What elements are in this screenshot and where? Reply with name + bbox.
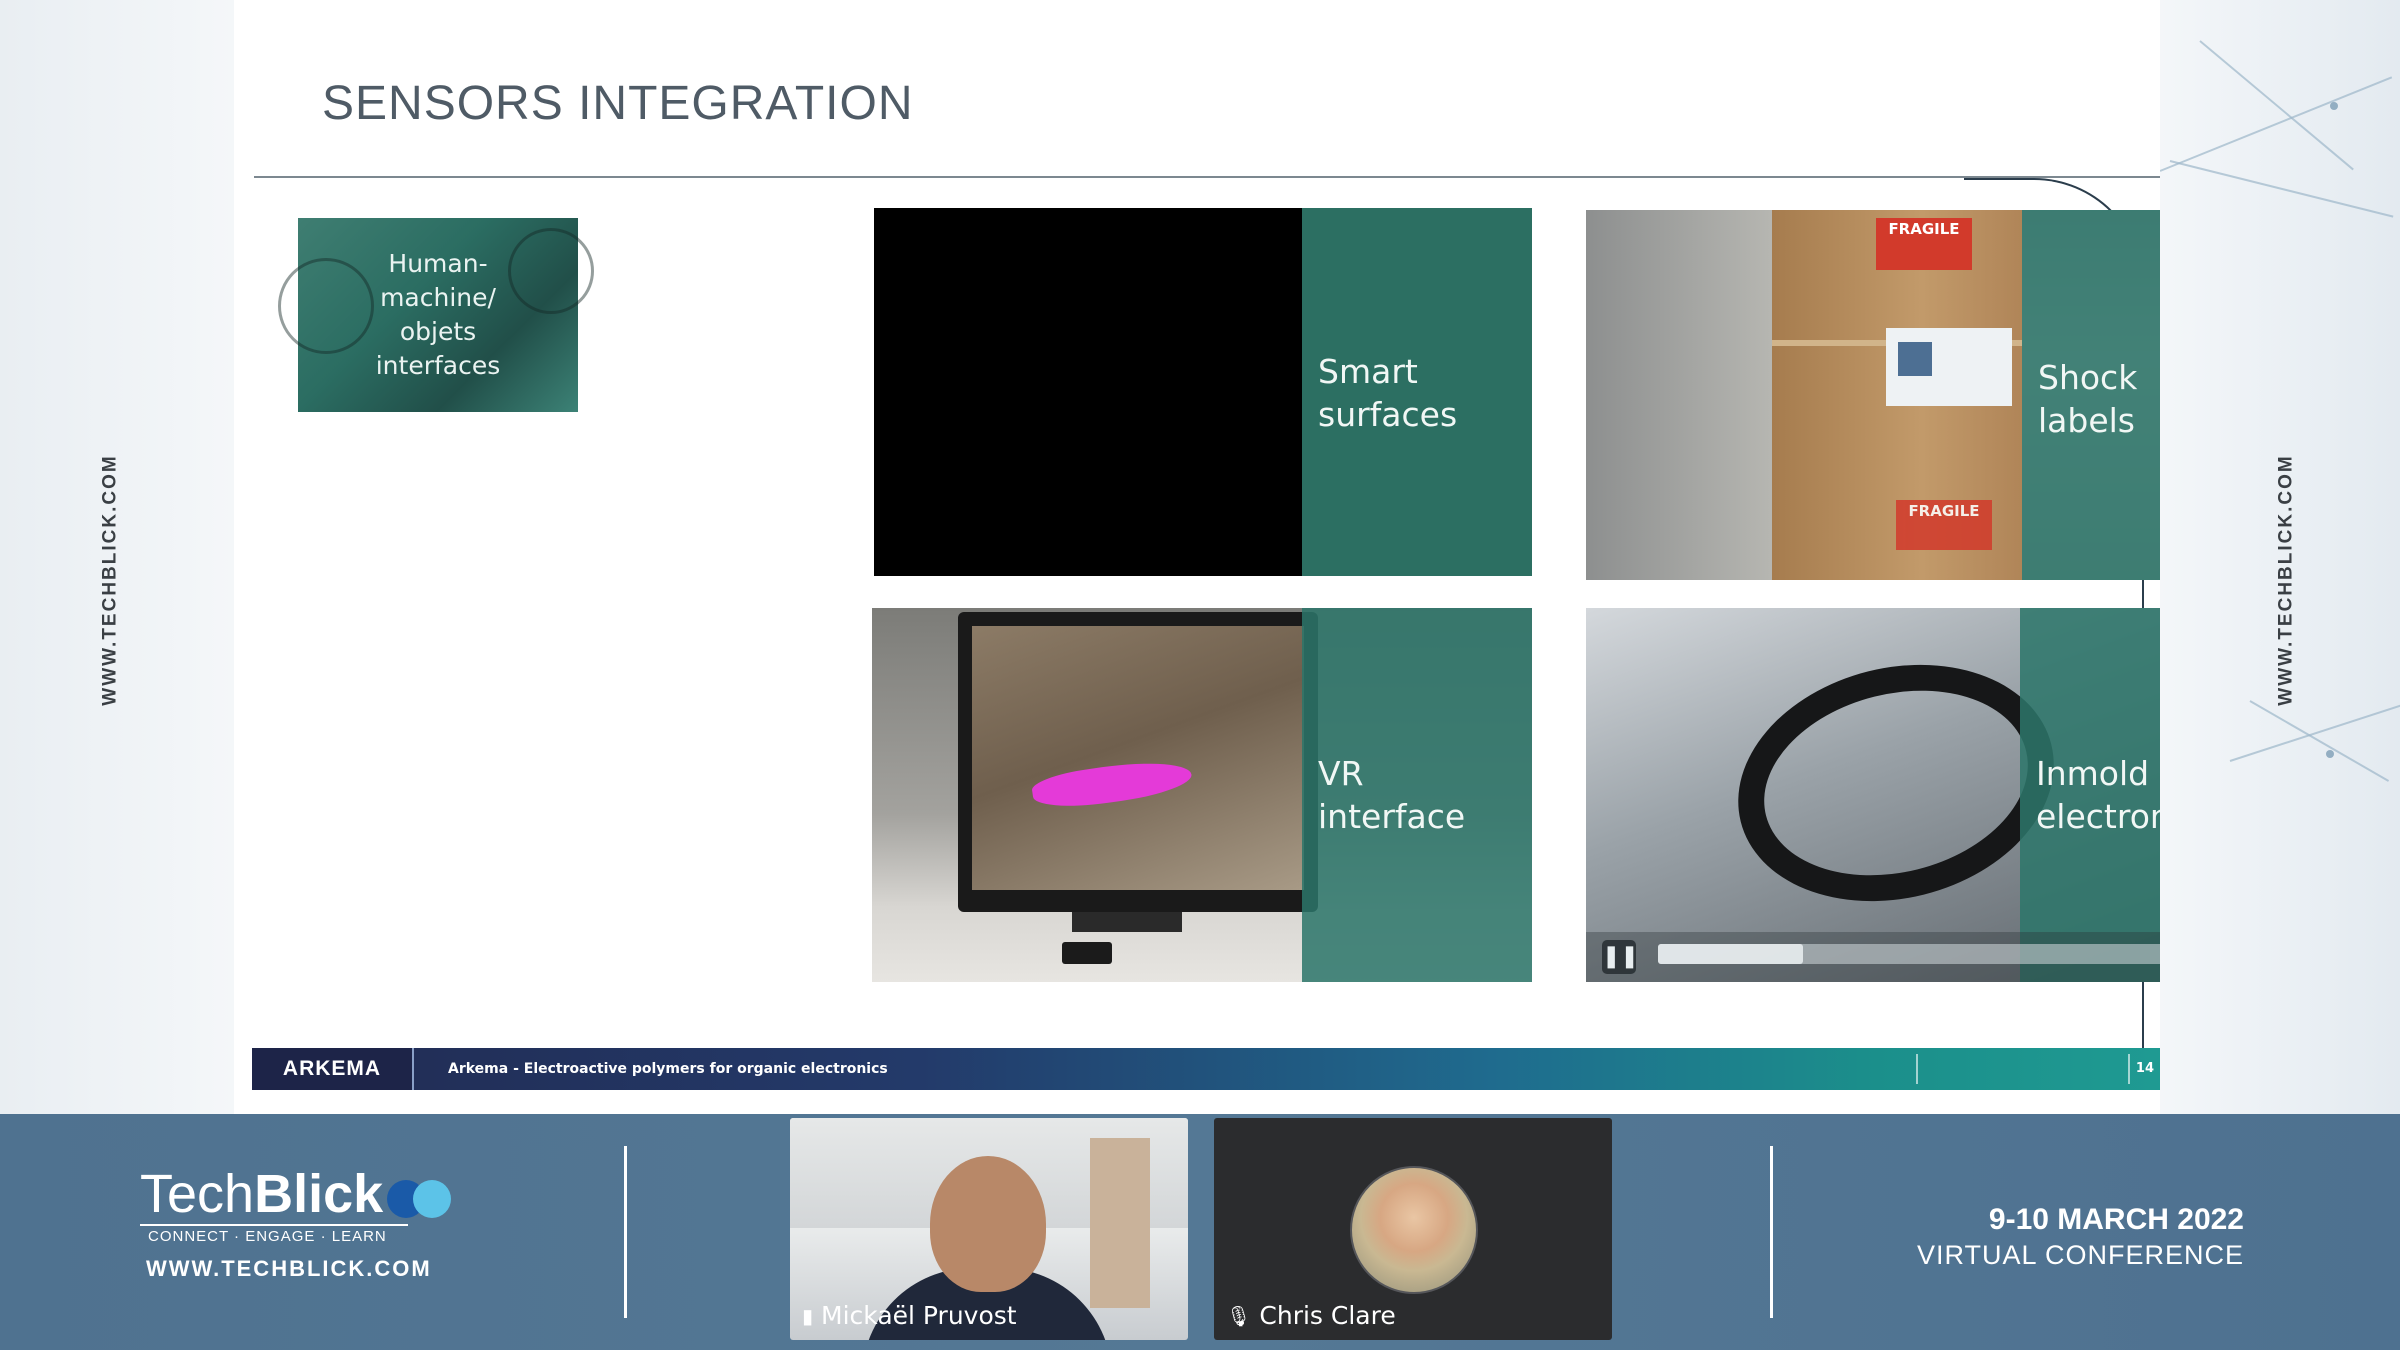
fragile-stamp: FRAGILE: [1876, 218, 1972, 270]
bar-divider: [1770, 1146, 1773, 1318]
network-node: [2330, 102, 2338, 110]
event-date: 9-10 MARCH 2022: [1988, 1203, 2244, 1236]
wall: [1586, 210, 1776, 580]
tile-label: Inmold electronics: [2036, 754, 2160, 836]
video-progress-fill: [1658, 944, 1804, 964]
footer-divider: [2128, 1054, 2130, 1084]
tile-shock-labels[interactable]: FRAGILE FRAGILE Shock labels: [1586, 210, 2160, 580]
tile-smart-surfaces[interactable]: Smart surfaces: [874, 208, 1532, 576]
participant-video-mickael[interactable]: ▮ Mickaël Pruvost: [790, 1118, 1188, 1340]
event-type: VIRTUAL CONFERENCE: [1916, 1240, 2244, 1270]
title-divider: [254, 176, 2160, 178]
mic-muted-icon: 🎙: [1226, 1303, 1252, 1328]
slide-title: SENSORS INTEGRATION: [322, 77, 914, 130]
network-node: [2326, 750, 2334, 758]
footer-divider: [1916, 1054, 1918, 1084]
monitor-screen: [972, 626, 1304, 890]
footer-text: Arkema - Electroactive polymers for orga…: [448, 1061, 888, 1077]
participant-name: Chris Clare: [1259, 1301, 1396, 1330]
tile-label: Smart surfaces: [1318, 352, 1458, 434]
room-shelf: [1090, 1138, 1150, 1308]
side-url-left: WWW.TECHBLICK.COM: [100, 454, 121, 706]
bar-divider: [624, 1146, 627, 1318]
device-box: [1062, 942, 1112, 964]
event-info: 9-10 MARCH 2022 VIRTUAL CONFERENCE: [1917, 1202, 2244, 1272]
video-progress-bar[interactable]: [1658, 944, 2160, 964]
page-number: 14: [2135, 1061, 2154, 1076]
brand-prefix: Tech: [140, 1164, 255, 1224]
monitor-stand: [1072, 912, 1182, 932]
pause-icon: ❚❚: [1602, 944, 1639, 969]
tile-vr-interface[interactable]: VR interface: [872, 608, 1532, 982]
conference-bar: TechBlick CONNECT · ENGAGE · LEARN WWW.T…: [0, 1114, 2400, 1350]
participant-avatar: [1350, 1166, 1478, 1294]
arkema-logo: ARKEMA: [252, 1048, 414, 1090]
slide: SENSORS INTEGRATION Human-machine/ objet…: [234, 0, 2160, 1114]
slide-footer: ARKEMA Arkema - Electroactive polymers f…: [252, 1048, 2160, 1090]
brand-tagline: CONNECT · ENGAGE · LEARN: [140, 1224, 408, 1245]
participant-name-tag: ▮ Mickaël Pruvost: [802, 1301, 1017, 1330]
network-line: [2169, 160, 2394, 218]
side-url-right: WWW.TECHBLICK.COM: [2276, 454, 2297, 706]
brand-circle: [413, 1179, 452, 1218]
decorative-ring: [278, 258, 374, 354]
network-line: [2249, 700, 2390, 782]
vr-object: [1030, 755, 1194, 813]
chat-icon: ▮: [802, 1303, 814, 1328]
participant-name-tag: 🎙 Chris Clare: [1226, 1301, 1396, 1330]
network-line: [2159, 76, 2393, 172]
tile-label: Shock labels: [2038, 358, 2138, 440]
techblick-logo: TechBlick CONNECT · ENGAGE · LEARN: [140, 1164, 453, 1245]
participant-video-chris[interactable]: 🎙 Chris Clare: [1214, 1118, 1612, 1340]
monitor: [958, 612, 1318, 912]
brand-suffix: Blick: [254, 1164, 384, 1224]
pause-button[interactable]: ❚❚: [1602, 940, 1639, 974]
hmi-label-box: Human-machine/ objets interfaces: [278, 218, 594, 412]
conference-url[interactable]: WWW.TECHBLICK.COM: [146, 1256, 432, 1282]
sensor-chip: [1898, 342, 1932, 376]
participant-face: [930, 1156, 1046, 1292]
tile-label: VR interface: [1318, 754, 1466, 836]
presentation-stage: WWW.TECHBLICK.COM WWW.TECHBLICK.COM SENS…: [0, 0, 2400, 1114]
tile-inmold-electronics[interactable]: Inmold electronics ❚❚ ◂: [1586, 608, 2160, 982]
fragile-stamp: FRAGILE: [1896, 500, 1992, 550]
sensor-label: [1886, 328, 2012, 406]
hmi-label: Human-machine/ objets interfaces: [375, 249, 501, 380]
decorative-ring: [508, 228, 594, 314]
video-controls: ❚❚ ◂: [1586, 932, 2160, 982]
participant-name: Mickaël Pruvost: [821, 1301, 1017, 1330]
network-line: [2229, 704, 2400, 762]
brand-circles-icon: [387, 1176, 453, 1220]
